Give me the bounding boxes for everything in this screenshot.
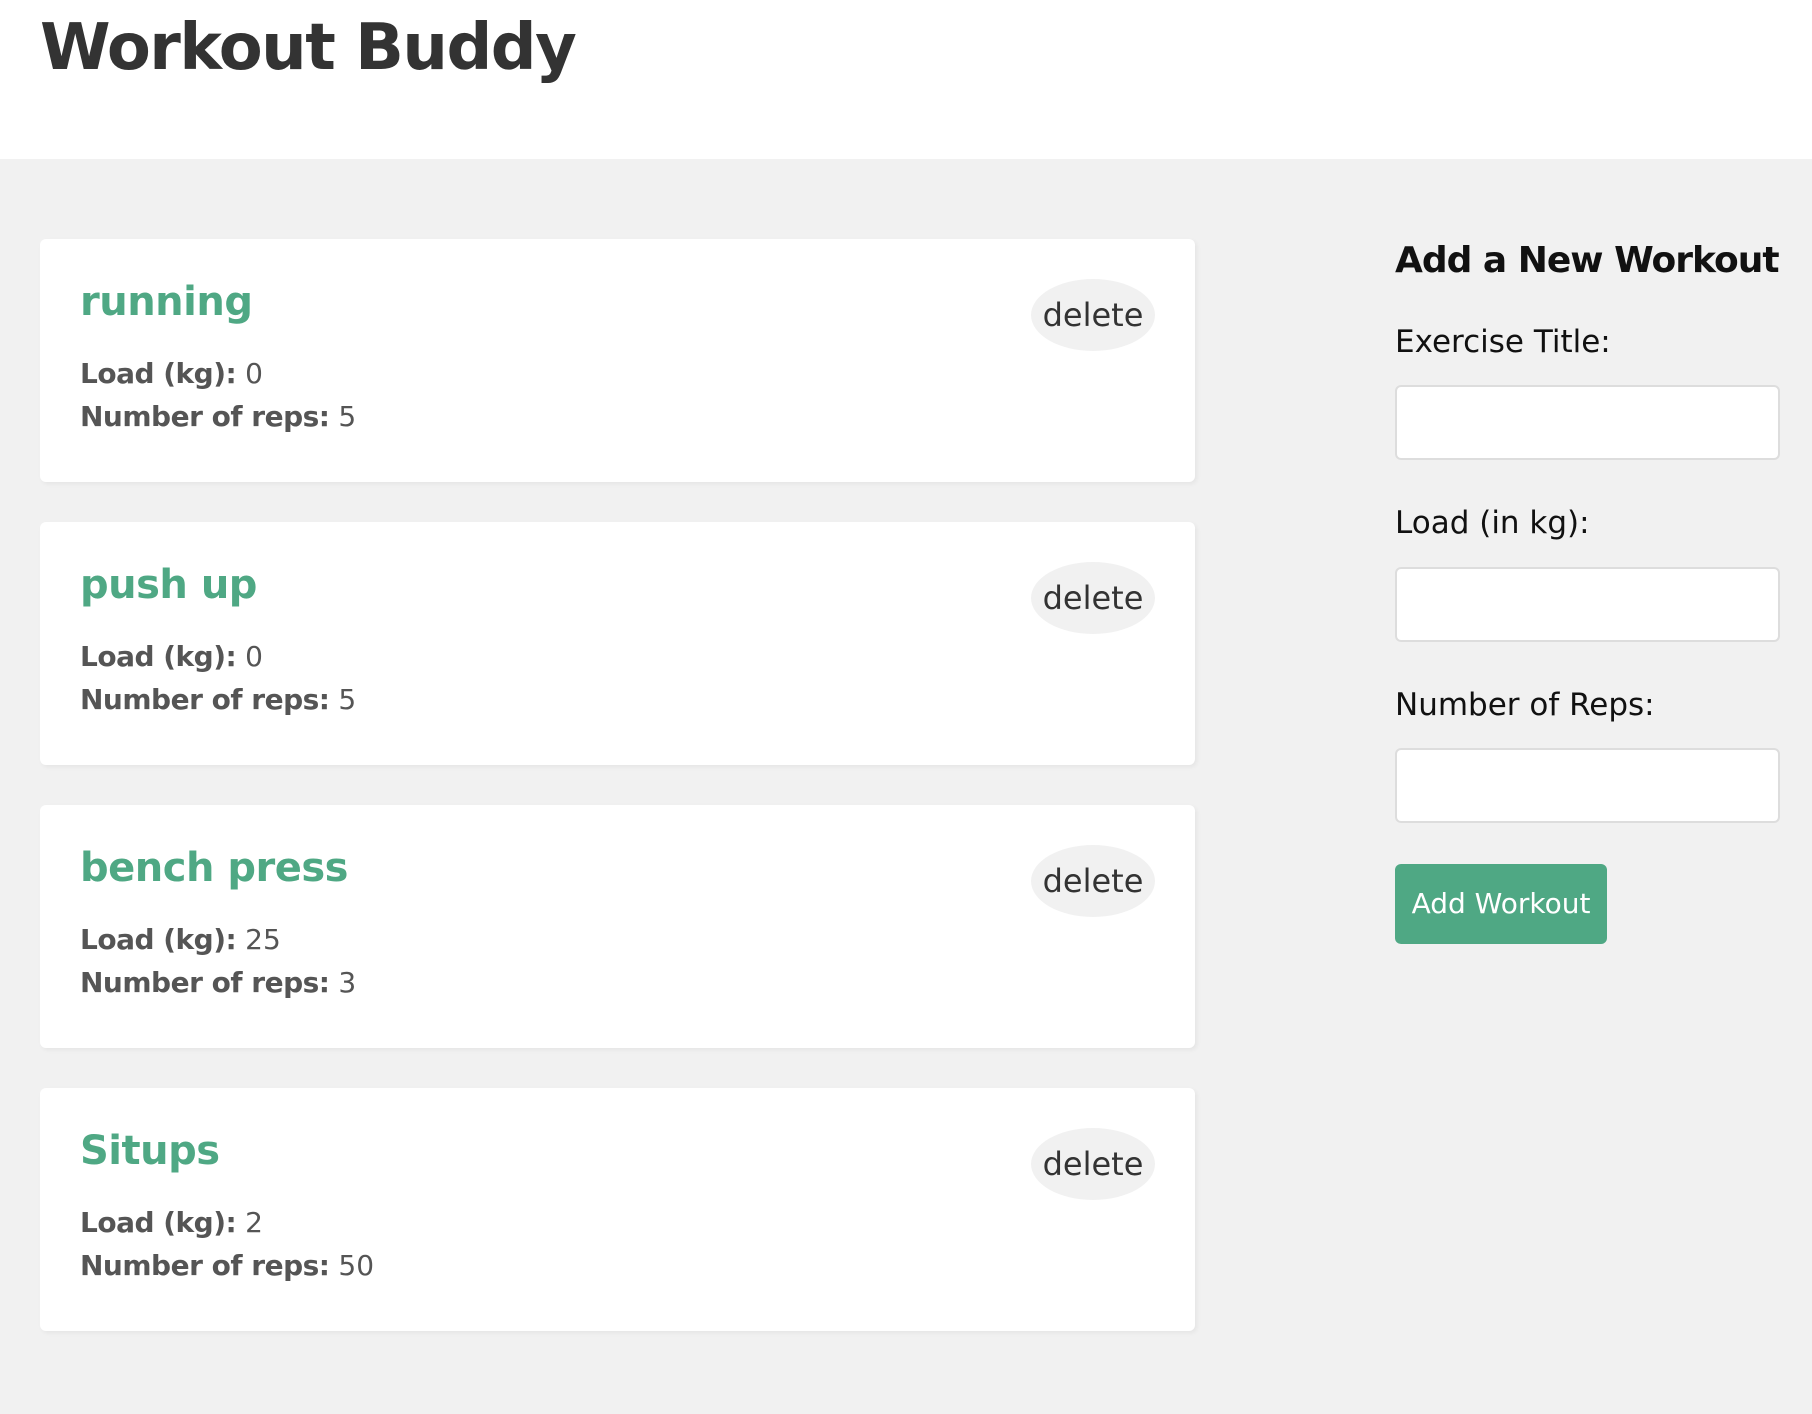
workout-load-value: 0 (245, 640, 263, 673)
workout-reps: Number of reps: 5 (80, 400, 356, 434)
workout-load-label: Load (kg): (80, 640, 237, 673)
workout-reps-value: 5 (338, 683, 357, 716)
load-input[interactable] (1395, 566, 1780, 642)
delete-button[interactable]: delete (1031, 279, 1155, 351)
workout-card: Situps Load (kg): 2 Number of reps: 50 d… (40, 1088, 1195, 1331)
workout-reps: Number of reps: 3 (80, 966, 356, 1000)
workout-title: Situps (80, 1128, 220, 1174)
workout-reps-label: Number of reps: (80, 1249, 330, 1282)
workout-load: Load (kg): 25 (80, 923, 281, 957)
workout-list: running Load (kg): 0 Number of reps: 5 d… (40, 239, 1195, 1371)
workout-reps-value: 5 (338, 400, 357, 433)
exercise-title-input[interactable] (1395, 385, 1780, 461)
workout-load-label: Load (kg): (80, 923, 237, 956)
app-title[interactable]: Workout Buddy (40, 10, 577, 87)
workout-card: push up Load (kg): 0 Number of reps: 5 d… (40, 522, 1195, 765)
app-root: Workout Buddy running Load (kg): 0 Numbe… (0, 0, 1812, 1414)
load-label: Load (in kg): (1395, 505, 1590, 542)
workout-card: bench press Load (kg): 25 Number of reps… (40, 805, 1195, 1048)
workout-load-value: 2 (245, 1206, 263, 1239)
workout-title: push up (80, 562, 257, 608)
workout-load: Load (kg): 0 (80, 640, 263, 674)
exercise-title-label: Exercise Title: (1395, 324, 1611, 361)
delete-button[interactable]: delete (1031, 1128, 1155, 1200)
workout-reps: Number of reps: 5 (80, 683, 356, 717)
workout-reps-value: 50 (338, 1249, 375, 1282)
add-workout-form: Add a New Workout Exercise Title: Load (… (1395, 239, 1780, 944)
workout-load: Load (kg): 0 (80, 357, 263, 391)
delete-button[interactable]: delete (1031, 562, 1155, 634)
workout-reps-label: Number of reps: (80, 966, 330, 999)
workout-load-value: 25 (245, 923, 281, 956)
workout-load-value: 0 (245, 357, 263, 390)
page-header: Workout Buddy (0, 0, 1812, 159)
workout-load-label: Load (kg): (80, 357, 237, 390)
workout-reps-label: Number of reps: (80, 683, 330, 716)
reps-input[interactable] (1395, 747, 1780, 823)
reps-label: Number of Reps: (1395, 686, 1655, 723)
delete-button[interactable]: delete (1031, 845, 1155, 917)
workout-load-label: Load (kg): (80, 1206, 237, 1239)
workout-card: running Load (kg): 0 Number of reps: 5 d… (40, 239, 1195, 482)
add-workout-button[interactable]: Add Workout (1395, 863, 1607, 944)
workout-reps-label: Number of reps: (80, 400, 330, 433)
workout-reps-value: 3 (338, 966, 357, 999)
workout-load: Load (kg): 2 (80, 1206, 263, 1240)
form-heading: Add a New Workout (1395, 240, 1780, 281)
workout-reps: Number of reps: 50 (80, 1249, 374, 1283)
workout-title: bench press (80, 845, 348, 891)
workout-title: running (80, 279, 253, 325)
